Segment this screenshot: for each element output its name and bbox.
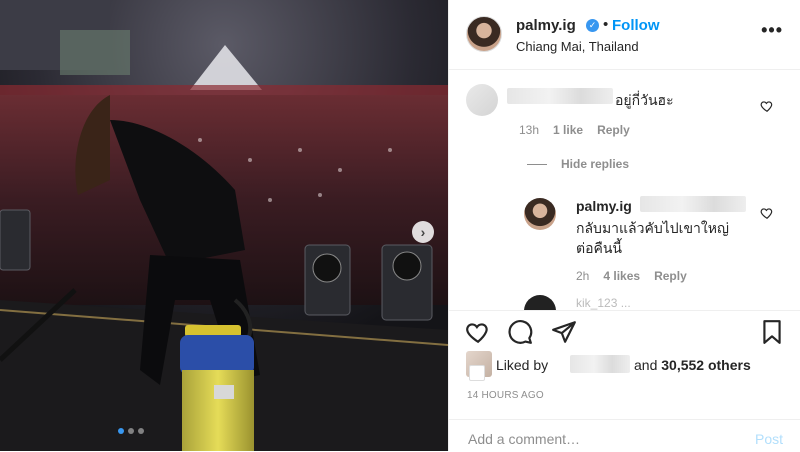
carousel-next-button[interactable]: ›	[412, 221, 434, 243]
reply-button[interactable]: Reply	[597, 123, 630, 137]
share-paper-plane-icon[interactable]	[551, 319, 577, 345]
commenter-avatar[interactable]	[466, 84, 498, 116]
post-comment-button[interactable]: Post	[755, 431, 783, 447]
carousel-dots	[118, 421, 148, 439]
reply-text-line2: ต่อคืนนี้	[576, 240, 623, 256]
carousel-dot-active	[118, 428, 124, 434]
like-heart-icon[interactable]	[465, 319, 491, 345]
reply-time: 2h	[576, 269, 590, 283]
add-comment-bar: Post	[449, 419, 800, 452]
comment-likes[interactable]: 1 like	[553, 123, 583, 137]
concert-stage-photo	[0, 0, 448, 451]
reply-likes[interactable]: 4 likes	[603, 269, 640, 283]
carousel-dot	[138, 428, 144, 434]
separator-dot: •	[603, 16, 609, 33]
liked-by-prefix: Liked by	[496, 357, 549, 373]
post-photo[interactable]: ›	[0, 0, 448, 451]
blurred-username	[507, 88, 613, 104]
like-reply-heart-icon[interactable]	[760, 206, 774, 220]
chevron-right-icon: ›	[420, 224, 426, 240]
author-username[interactable]: palmy.ig	[516, 17, 576, 34]
like-comment-heart-icon[interactable]	[760, 99, 774, 113]
reply-reply-button[interactable]: Reply	[654, 269, 687, 283]
comment-time: 13h	[519, 123, 540, 137]
add-comment-input[interactable]	[466, 430, 730, 448]
blurred-mention	[640, 196, 746, 212]
post-sidebar: palmy.ig ✓ • Follow Chiang Mai, Thailand…	[448, 0, 800, 451]
liked-by-row: Liked by and 30,552 others	[466, 351, 786, 381]
hide-replies-button[interactable]: Hide replies	[561, 157, 629, 171]
hide-replies-line	[527, 164, 547, 165]
post-location[interactable]: Chiang Mai, Thailand	[516, 39, 639, 54]
post-timestamp: 14 HOURS AGO	[467, 390, 544, 401]
reply-username[interactable]: palmy.ig	[576, 198, 632, 214]
reply-author-avatar[interactable]	[524, 198, 556, 230]
post-actions: Liked by and 30,552 others 14 HOURS AGO …	[449, 310, 800, 451]
reply-text-line1: กลับมาแล้วคับไปเขาใหญ่	[576, 220, 729, 236]
next-commenter-avatar[interactable]	[524, 295, 556, 310]
reply-meta: 2h 4 likes Reply	[576, 269, 701, 283]
likes-count[interactable]: 30,552 others	[661, 357, 751, 373]
comment-bubble-icon[interactable]	[507, 319, 533, 345]
liked-by-and: and	[634, 357, 658, 373]
verified-badge-icon: ✓	[586, 19, 599, 32]
follow-button[interactable]: Follow	[612, 17, 660, 34]
liker-avatar-secondary	[469, 365, 485, 381]
bookmark-icon[interactable]	[759, 319, 785, 345]
more-options-icon[interactable]: •••	[761, 20, 783, 41]
liked-by-count[interactable]: and 30,552 others	[634, 357, 751, 373]
comment-meta: 13h 1 like Reply	[519, 123, 644, 137]
comment-text: อยู่กี่วันฮะ	[615, 92, 674, 108]
author-avatar[interactable]	[466, 16, 502, 52]
partial-comment: kik_123 ...	[576, 296, 631, 310]
post-header: palmy.ig ✓ • Follow Chiang Mai, Thailand…	[449, 0, 800, 70]
blurred-liker-name	[570, 355, 630, 373]
carousel-dot	[128, 428, 134, 434]
comments-list: อยู่กี่วันฮะ 13h 1 like Reply Hide replies…	[449, 70, 800, 310]
